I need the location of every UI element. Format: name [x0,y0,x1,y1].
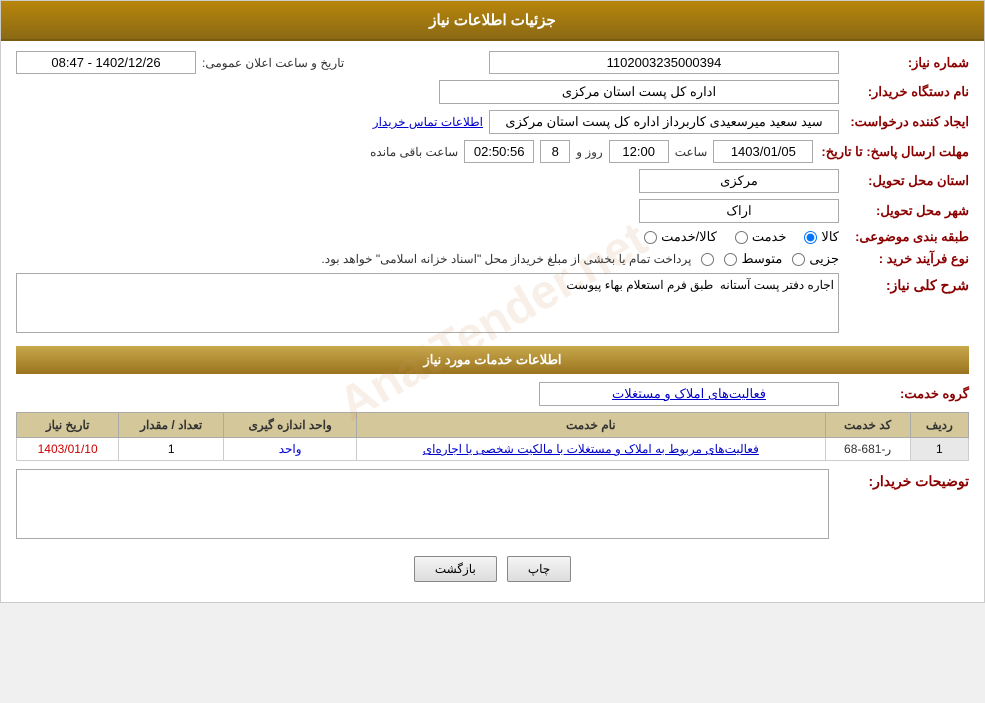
col-tarikh: تاریخ نیاز [17,413,119,438]
cell-tarikh: 1403/01/10 [17,438,119,461]
mohlet-value-group: 1403/01/05 ساعت 12:00 روز و 8 02:50:56 س… [16,140,813,163]
col-radif: ردیف [910,413,968,438]
row-tabaghe: طبقه بندی موضوعی: کالا خدمت کالا/خدمت [16,229,969,245]
dasgah-label: نام دستگاه خریدار: [839,84,969,100]
row-farayand: نوع فرآیند خرید : جزیی متوسط پرداخت تمام… [16,251,969,267]
buttons-row: چاپ بازگشت [16,556,969,582]
shahr-value: اراک [639,199,839,223]
table-header-row: ردیف کد خدمت نام خدمت واحد اندازه گیری ت… [17,413,969,438]
radio-khadamat-input[interactable] [735,231,748,244]
tawsiyat-label: توضیحات خریدار: [839,469,969,490]
row-dasgah: نام دستگاه خریدار: اداره کل پست استان مر… [16,80,969,104]
col-tedad: تعداد / مقدار [119,413,224,438]
mohlet-saat: 12:00 [609,140,669,163]
tarikh-value: 1402/12/26 - 08:47 [16,51,196,74]
row-mohlet: مهلت ارسال پاسخ: تا تاریخ: 1403/01/05 سا… [16,140,969,163]
row-gorooh: گروه خدمت: فعالیت‌های املاک و مستغلات [16,382,969,406]
notes-section: توضیحات خریدار: [16,469,969,542]
mohlet-baqi: 02:50:56 [464,140,534,163]
table-row: 1 ر-681-68 فعالیت‌های مربوط به املاک و م… [17,438,969,461]
farayand-warning: پرداخت تمام یا بخشی از مبلغ خریداز محل "… [321,252,691,266]
dasgah-value: اداره کل پست استان مرکزی [439,80,839,104]
cell-kod: ر-681-68 [825,438,910,461]
sharh-textarea[interactable]: اجاره دفتر پست آستانه طبق فرم استعلام به… [16,273,839,333]
radio-jozyi[interactable]: جزیی [792,251,839,267]
tarikh-label: تاریخ و ساعت اعلان عمومی: [202,56,344,70]
farayand-radio-group: جزیی متوسط پرداخت تمام یا بخشی از مبلغ خ… [321,251,839,267]
page-header: جزئیات اطلاعات نیاز [1,1,984,41]
radio-jozyi-input[interactable] [792,253,805,266]
row-sharh: شرح کلی نیاز: اجاره دفتر پست آستانه طبق … [16,273,969,336]
col-naam: نام خدمت [357,413,825,438]
radio-kala-khadamat[interactable]: کالا/خدمت [644,229,717,245]
ijad-value-group: سید سعید میرسعیدی کاربرداز اداره کل پست … [16,110,839,134]
page-wrapper: جزئیات اطلاعات نیاز AnatTender.net شماره… [0,0,985,603]
chap-button[interactable]: چاپ [507,556,571,582]
radio-kala-input[interactable] [804,231,817,244]
tabaghe-radio-group: کالا خدمت کالا/خدمت [644,229,839,245]
gorooh-label: گروه خدمت: [839,386,969,402]
bazgasht-button[interactable]: بازگشت [414,556,497,582]
radio-kala[interactable]: کالا [804,229,839,245]
mohlet-label: مهلت ارسال پاسخ: تا تاریخ: [813,144,969,160]
row-ostan: استان محل تحویل: مرکزی [16,169,969,193]
radio-khadamat[interactable]: خدمت [735,229,787,245]
cell-tedad: 1 [119,438,224,461]
shahr-label: شهر محل تحویل: [839,203,969,219]
gorooh-value[interactable]: فعالیت‌های املاک و مستغلات [539,382,839,406]
cell-radif: 1 [910,438,968,461]
radio-kala-label: کالا [821,229,839,245]
farayand-label: نوع فرآیند خرید : [839,251,969,267]
khadamat-section-title: اطلاعات خدمات مورد نیاز [16,346,969,374]
mohlet-rooz: 8 [540,140,570,163]
mohlet-rooz-label: روز و [576,145,603,159]
col-vahed: واحد اندازه گیری [224,413,357,438]
ostan-label: استان محل تحویل: [839,173,969,189]
radio-other-input[interactable] [701,253,714,266]
ijad-label: ایجاد کننده درخواست: [839,114,969,130]
tawsiyat-container [16,469,829,542]
mohlet-saat-label: ساعت [675,145,708,159]
radio-other[interactable] [701,253,714,266]
mohlet-date: 1403/01/05 [713,140,813,163]
row-ijad: ایجاد کننده درخواست: سید سعید میرسعیدی ک… [16,110,969,134]
cell-vahed: واحد [224,438,357,461]
tabaghe-label: طبقه بندی موضوعی: [839,229,969,245]
khadamat-table: ردیف کد خدمت نام خدمت واحد اندازه گیری ت… [16,412,969,461]
row-shomara: شماره نیاز: 1102003235000394 تاریخ و ساع… [16,51,969,74]
radio-motawaset[interactable]: متوسط [724,251,782,267]
sharh-container: اجاره دفتر پست آستانه طبق فرم استعلام به… [16,273,839,336]
ostan-value: مرکزی [639,169,839,193]
radio-kala-khadamat-label: کالا/خدمت [661,229,717,245]
row-shahr: شهر محل تحویل: اراک [16,199,969,223]
radio-jozyi-label: جزیی [809,251,839,267]
shomara-label: شماره نیاز: [839,55,969,71]
mohlet-baqi-label: ساعت باقی مانده [370,145,458,159]
radio-motawaset-label: متوسط [741,251,782,267]
shomara-value: 1102003235000394 [489,51,839,74]
sharh-label: شرح کلی نیاز: [839,273,969,294]
main-content: AnatTender.net شماره نیاز: 1102003235000… [1,41,984,602]
etelaat-tamas-link[interactable]: اطلاعات تماس خریدار [373,115,483,129]
radio-khadamat-label: خدمت [752,229,787,245]
ijad-value: سید سعید میرسعیدی کاربرداز اداره کل پست … [489,110,839,134]
col-kod: کد خدمت [825,413,910,438]
page-title: جزئیات اطلاعات نیاز [429,12,556,29]
radio-motawaset-input[interactable] [724,253,737,266]
tawsiyat-textarea[interactable] [16,469,829,539]
cell-naam: فعالیت‌های مربوط به املاک و مستغلات با م… [357,438,825,461]
shomara-value-group: 1102003235000394 تاریخ و ساعت اعلان عموم… [16,51,839,74]
radio-kala-khadamat-input[interactable] [644,231,657,244]
